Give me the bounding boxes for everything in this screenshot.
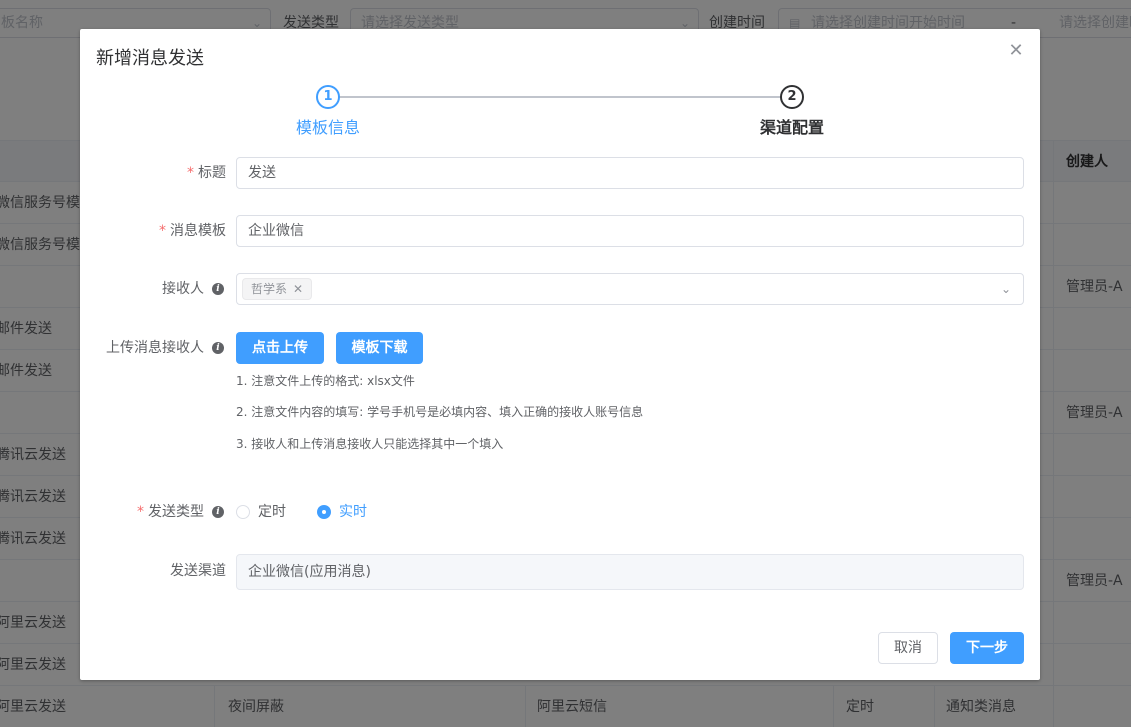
radio-circle-checked — [317, 505, 331, 519]
title-field-label: * 标题 — [80, 163, 226, 183]
info-icon[interactable]: i — [212, 283, 224, 295]
info-icon[interactable]: i — [212, 342, 224, 354]
title-input-value: 发送 — [248, 165, 276, 181]
receiver-field-label: 接收人 — [162, 281, 204, 297]
channel-input-value: 企业微信(应用消息) — [248, 564, 371, 580]
send-type-label-text: 发送类型 — [148, 504, 204, 520]
step-1-title: 模板信息 — [296, 118, 361, 137]
add-message-send-dialog: 新增消息发送 ✕ 1 2 模板信息 渠道配置 * 标题 发送 * 消息模板 企业微信… — [80, 29, 1040, 680]
close-icon[interactable]: ✕ — [1006, 41, 1026, 61]
title-label-text: 标题 — [198, 165, 226, 181]
radio-realtime-label: 实时 — [339, 504, 367, 520]
template-field-label: * 消息模板 — [80, 221, 226, 241]
template-download-button[interactable]: 模板下载 — [336, 332, 423, 364]
step-1-icon: 1 — [316, 85, 340, 109]
dialog-title: 新增消息发送 — [96, 48, 204, 69]
radio-circle — [236, 505, 250, 519]
channel-input: 企业微信(应用消息) — [236, 554, 1024, 590]
radio-realtime[interactable]: 实时 — [317, 502, 377, 522]
upload-button[interactable]: 点击上传 — [236, 332, 324, 364]
template-input[interactable]: 企业微信 — [236, 215, 1024, 247]
required-mark: * — [159, 223, 166, 239]
next-step-button[interactable]: 下一步 — [950, 632, 1024, 664]
chevron-down-icon[interactable]: ⌄ — [1001, 274, 1011, 304]
cancel-button[interactable]: 取消 — [878, 632, 938, 664]
close-icon[interactable]: ✕ — [293, 282, 303, 296]
step-2-icon: 2 — [780, 85, 804, 109]
steps: 1 2 模板信息 渠道配置 — [80, 84, 1040, 144]
radio-scheduled[interactable]: 定时 — [236, 502, 296, 522]
channel-field-label: 发送渠道 — [170, 563, 226, 579]
upload-note-1: 1. 注意文件上传的格式: xlsx文件 — [236, 374, 415, 388]
upload-note-2: 2. 注意文件内容的填写: 学号手机号是必填内容、填入正确的接收人账号信息 — [236, 405, 644, 419]
send-type-field-label: * 发送类型 — [80, 502, 204, 522]
step-2-title: 渠道配置 — [760, 118, 825, 137]
title-input[interactable]: 发送 — [236, 157, 1024, 189]
receiver-tag: 哲学系 ✕ — [242, 278, 313, 300]
radio-scheduled-label: 定时 — [258, 504, 286, 520]
required-mark: * — [137, 504, 144, 520]
receiver-select[interactable]: 哲学系 ✕ ⌄ — [236, 273, 1024, 305]
template-input-value: 企业微信 — [248, 223, 304, 239]
step-connector — [339, 96, 781, 98]
receiver-tag-label: 哲学系 — [251, 282, 288, 296]
template-label-text: 消息模板 — [170, 223, 226, 239]
upload-field-label: 上传消息接收人 — [106, 340, 204, 356]
required-mark: * — [187, 165, 194, 181]
info-icon[interactable]: i — [212, 506, 224, 518]
upload-note-3: 3. 接收人和上传消息接收人只能选择其中一个填入 — [236, 437, 504, 451]
